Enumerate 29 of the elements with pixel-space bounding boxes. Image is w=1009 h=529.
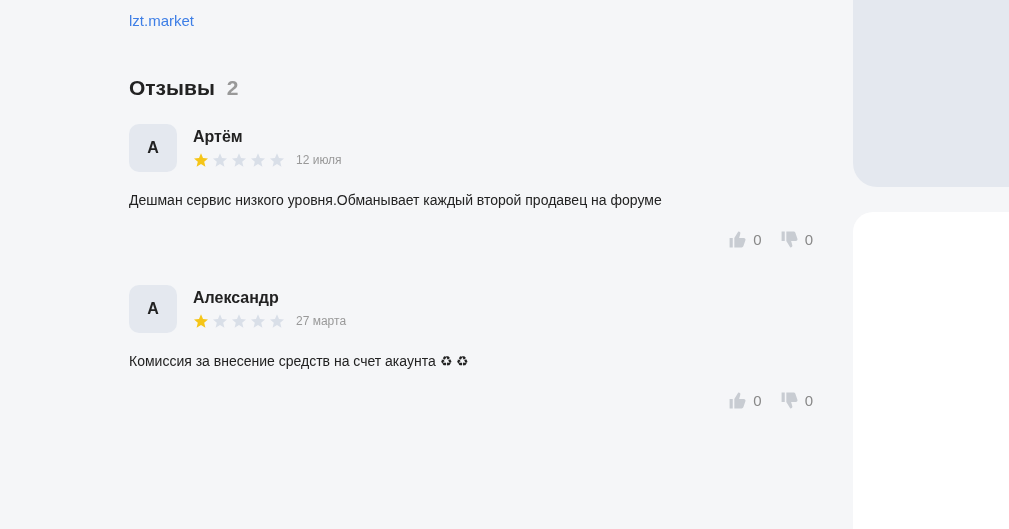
review-author: Александр [193, 289, 280, 307]
dislike-button[interactable]: 0 [779, 230, 813, 249]
reviews-count: 2 [226, 76, 239, 100]
thumbs-up-icon [728, 391, 748, 410]
like-button[interactable]: 0 [728, 391, 762, 410]
review-date: 27 марта [296, 314, 347, 328]
dislike-button[interactable]: 0 [779, 391, 813, 410]
empty-star-icon [212, 313, 228, 329]
empty-star-icon [269, 313, 285, 329]
empty-star-icon [231, 313, 247, 329]
empty-star-icon [250, 152, 266, 168]
site-link[interactable]: lzt.market [129, 12, 194, 29]
avatar: А [129, 285, 177, 333]
empty-star-icon [269, 152, 285, 168]
thumbs-down-icon [779, 391, 799, 410]
reviews-title: Отзывы [129, 76, 215, 100]
review-date: 12 июля [296, 153, 342, 167]
filled-star-icon [193, 152, 209, 168]
review-text: Комиссия за внесение средств на счет акаунта ♻ ♻ [129, 353, 471, 369]
thumbs-up-icon [728, 230, 748, 249]
like-button[interactable]: 0 [728, 230, 762, 249]
empty-star-icon [250, 313, 266, 329]
review-author: Артём [193, 128, 244, 146]
empty-star-icon [212, 152, 228, 168]
empty-star-icon [231, 152, 247, 168]
review-text: Дешман сервис низкого уровня.Обманывает каждый второй продавец на форуме [129, 192, 663, 208]
filled-star-icon [193, 313, 209, 329]
avatar: А [129, 124, 177, 172]
thumbs-down-icon [779, 230, 799, 249]
